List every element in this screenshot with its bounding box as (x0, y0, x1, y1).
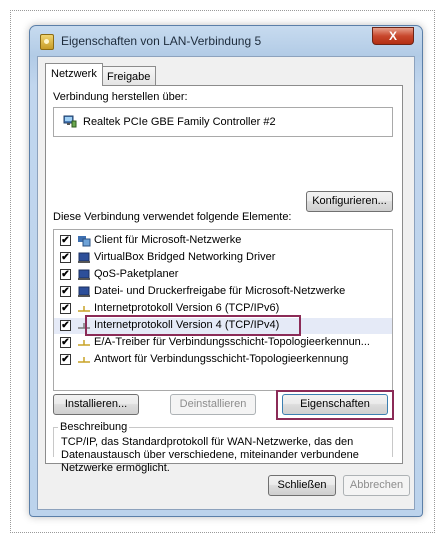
window-title: Eigenschaften von LAN-Verbindung 5 (61, 34, 262, 48)
properties-button[interactable]: Eigenschaften (282, 394, 388, 415)
list-item-label: Internetprotokoll Version 6 (TCP/IPv6) (94, 302, 280, 314)
close-button[interactable]: Schließen (268, 475, 336, 496)
dialog-client-area: Netzwerk Freigabe Verbindung herstellen … (37, 56, 415, 510)
checkbox[interactable]: ✔ (60, 320, 71, 331)
checkbox[interactable]: ✔ (60, 286, 71, 297)
tab-netzwerk[interactable]: Netzwerk (45, 63, 103, 86)
description-text: TCP/IP, das Standardprotokoll für WAN-Ne… (61, 436, 359, 474)
uninstall-button: Deinstallieren (170, 394, 256, 415)
checkbox[interactable]: ✔ (60, 252, 71, 263)
cancel-button: Abbrechen (343, 475, 410, 496)
ipv4-highlight-frame (85, 315, 301, 336)
network-client-icon (78, 236, 91, 247)
list-item-label: Client für Microsoft-Netzwerke (94, 234, 242, 246)
tab-freigabe[interactable]: Freigabe (101, 66, 157, 86)
checkbox[interactable]: ✔ (60, 303, 71, 314)
title-bar[interactable]: Eigenschaften von LAN-Verbindung 5 X (30, 26, 422, 56)
install-button[interactable]: Installieren... (53, 394, 139, 415)
protocol-icon (78, 306, 90, 312)
checkbox[interactable]: ✔ (60, 269, 71, 280)
adapter-name: Realtek PCIe GBE Family Controller #2 (83, 116, 276, 128)
checkbox[interactable]: ✔ (60, 337, 71, 348)
list-item[interactable]: ✔ QoS-Paketplaner (54, 267, 392, 283)
close-window-button[interactable]: X (372, 27, 414, 45)
list-item[interactable]: ✔ Client für Microsoft-Netzwerke (54, 233, 392, 249)
protocol-icon (78, 340, 90, 346)
components-label: Diese Verbindung verwendet folgende Elem… (53, 211, 292, 223)
checkbox[interactable]: ✔ (60, 235, 71, 246)
list-item[interactable]: ✔ Antwort für Verbindungsschicht-Topolog… (54, 352, 392, 368)
network-connection-icon (40, 34, 54, 50)
service-icon (78, 269, 90, 280)
list-item-label: Datei- und Druckerfreigabe für Microsoft… (94, 285, 346, 297)
description-title: Beschreibung (58, 421, 130, 433)
list-item-label: QoS-Paketplaner (94, 268, 179, 280)
list-item-label: Antwort für Verbindungsschicht-Topologie… (94, 353, 349, 365)
checkbox[interactable]: ✔ (60, 354, 71, 365)
list-item-label: E/A-Treiber für Verbindungsschicht-Topol… (94, 336, 370, 348)
list-item-label: VirtualBox Bridged Networking Driver (94, 251, 276, 263)
network-adapter-icon (63, 115, 77, 128)
list-item[interactable]: ✔ Datei- und Druckerfreigabe für Microso… (54, 284, 392, 300)
adapter-field: Realtek PCIe GBE Family Controller #2 (53, 107, 393, 137)
network-tab-panel: Verbindung herstellen über: Realtek PCIe… (45, 85, 403, 474)
configure-button[interactable]: Konfigurieren... (306, 191, 393, 212)
list-item[interactable]: ✔ E/A-Treiber für Verbindungsschicht-Top… (54, 335, 392, 351)
service-icon (78, 286, 90, 297)
connect-via-label: Verbindung herstellen über: (53, 91, 188, 103)
protocol-icon (78, 357, 90, 363)
list-item[interactable]: ✔ VirtualBox Bridged Networking Driver (54, 250, 392, 266)
service-icon (78, 252, 90, 263)
properties-dialog: Eigenschaften von LAN-Verbindung 5 X Net… (29, 25, 423, 517)
components-list[interactable]: ✔ Client für Microsoft-Netzwerke ✔ Virtu… (53, 229, 393, 391)
